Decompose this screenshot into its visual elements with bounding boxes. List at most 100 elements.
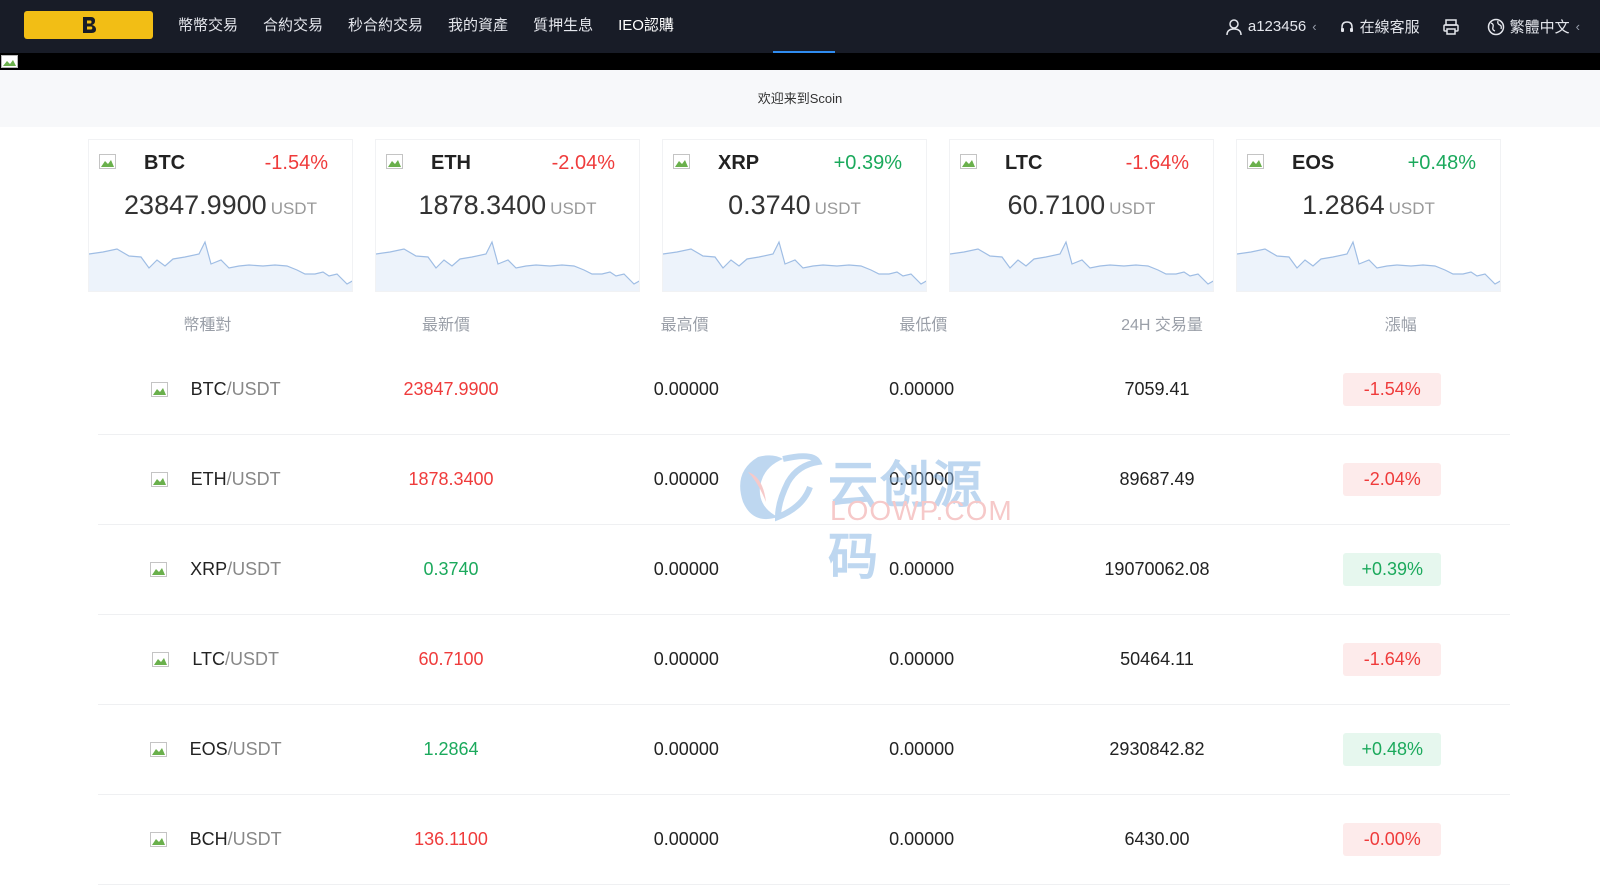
market-table: 幣種對 最新價 最高價 最低價 24H 交易量 漲幅 BTC/USDT 23847… <box>88 300 1520 885</box>
headset-icon <box>1340 20 1353 32</box>
ticker-price-line: 1878.3400 USDT <box>376 190 639 221</box>
ticker-card-eos[interactable]: EOS +0.48% 1.2864 USDT <box>1236 139 1501 292</box>
table-header: 幣種對 最新價 最高價 最低價 24H 交易量 漲幅 <box>88 300 1520 345</box>
sparkline-chart <box>376 240 639 291</box>
print-button[interactable] <box>1442 18 1465 36</box>
pair-quote: /USDT <box>227 829 282 849</box>
high-cell: 0.00000 <box>653 739 719 759</box>
nav-second-contract[interactable]: 秒合約交易 <box>348 0 423 53</box>
change-badge: -1.54% <box>1343 373 1442 406</box>
sparkline-chart <box>89 240 352 291</box>
language-selector[interactable]: 繁體中文 ‹ <box>1487 16 1580 37</box>
logo[interactable] <box>24 11 153 39</box>
pair-cell: LTC/USDT <box>98 649 333 670</box>
ticker-price: 0.3740 <box>728 190 811 220</box>
last-price-cell: 136.1100 <box>414 829 488 849</box>
ticker-symbol: EOS <box>1292 152 1335 174</box>
ticker-cards: BTC -1.54% 23847.9900 USDT ETH -2.04% 1878.340… <box>88 139 1520 292</box>
ticker-price-line: 1.2864 USDT <box>1237 190 1500 221</box>
coin-icon <box>673 154 690 169</box>
change-cell: -2.04% <box>1275 463 1510 496</box>
low-cell: 0.00000 <box>889 829 955 849</box>
user-icon <box>1226 18 1242 35</box>
support-label: 在線客服 <box>1359 19 1420 36</box>
volume-cell: 50464.11 <box>1120 649 1194 669</box>
pair-base: XRP <box>190 559 228 579</box>
volume-cell: 2930842.82 <box>1109 739 1205 759</box>
low-cell: 0.00000 <box>889 649 955 669</box>
ticker-symbol: BTC <box>144 152 186 174</box>
volume-cell: 19070062.08 <box>1104 559 1210 579</box>
nav-spot-trading[interactable]: 幣幣交易 <box>178 0 238 53</box>
col-pair: 幣種對 <box>183 316 232 334</box>
change-badge: +0.48% <box>1343 733 1442 766</box>
change-cell: -0.00% <box>1275 823 1510 856</box>
pair-quote: /USDT <box>227 739 282 759</box>
nav-ieo[interactable]: IEO認購 <box>618 0 674 53</box>
high-cell: 0.00000 <box>653 379 719 399</box>
ticker-unit: USDT <box>1388 199 1435 218</box>
change-badge: +0.39% <box>1343 553 1442 586</box>
ticker-card-ltc[interactable]: LTC -1.64% 60.7100 USDT <box>949 139 1214 292</box>
high-cell: 0.00000 <box>653 649 719 669</box>
header-tools: a123456 ‹ 在線客服 繁體中文 ‹ <box>1203 0 1580 53</box>
pair-cell: XRP/USDT <box>98 559 333 580</box>
ticker-price: 1.2864 <box>1302 190 1385 220</box>
language-label: 繁體中文 <box>1509 19 1570 36</box>
coin-icon <box>386 154 403 169</box>
volume-cell: 6430.00 <box>1124 829 1190 849</box>
pair-cell: ETH/USDT <box>98 469 333 490</box>
ticker-card-btc[interactable]: BTC -1.54% 23847.9900 USDT <box>88 139 353 292</box>
coin-icon <box>1247 154 1264 169</box>
pair-cell: EOS/USDT <box>98 739 333 760</box>
ticker-card-eth[interactable]: ETH -2.04% 1878.3400 USDT <box>375 139 640 292</box>
nav-contract-trading[interactable]: 合約交易 <box>263 0 323 53</box>
ticker-change: +0.48% <box>1407 152 1476 174</box>
ticker-symbol: LTC <box>1005 152 1043 174</box>
change-cell: +0.39% <box>1275 553 1510 586</box>
coin-icon <box>150 561 168 577</box>
top-navbar: 幣幣交易 合約交易 秒合約交易 我的資產 質押生息 IEO認購 a123456 … <box>0 0 1600 53</box>
ticker-price-line: 0.3740 USDT <box>663 190 926 221</box>
last-price-cell: 60.7100 <box>418 649 484 669</box>
table-row[interactable]: ETH/USDT 1878.3400 0.00000 0.00000 89687.49 -… <box>98 435 1510 525</box>
table-row[interactable]: BTC/USDT 23847.9900 0.00000 0.00000 7059.41 -… <box>98 345 1510 435</box>
ticker-price: 1878.3400 <box>418 190 547 220</box>
coin-icon <box>960 154 977 169</box>
pair-cell: BCH/USDT <box>98 829 333 850</box>
sparkline-area <box>1237 242 1500 291</box>
user-menu[interactable]: a123456 ‹ <box>1225 18 1317 36</box>
nav-my-assets[interactable]: 我的資產 <box>448 0 508 53</box>
pair-quote: /USDT <box>226 469 281 489</box>
broken-image-icon <box>1 55 18 68</box>
change-badge: -2.04% <box>1343 463 1442 496</box>
table-row[interactable]: BCH/USDT 136.1100 0.00000 0.00000 6430.00 -0.… <box>98 795 1510 885</box>
ticker-price-line: 60.7100 USDT <box>950 190 1213 221</box>
sparkline-chart <box>663 240 926 291</box>
table-body: BTC/USDT 23847.9900 0.00000 0.00000 7059.41 -… <box>88 345 1520 885</box>
table-row[interactable]: LTC/USDT 60.7100 0.00000 0.00000 50464.11 -1.… <box>98 615 1510 705</box>
ticker-price-line: 23847.9900 USDT <box>89 190 352 221</box>
chevron-left-icon: ‹ <box>1575 19 1580 34</box>
sparkline-area <box>950 242 1213 291</box>
high-cell: 0.00000 <box>653 469 719 489</box>
change-cell: -1.54% <box>1275 373 1510 406</box>
last-price-cell: 1878.3400 <box>408 469 494 489</box>
ticker-unit: USDT <box>550 199 597 218</box>
welcome-text: 欢迎来到Scoin <box>757 91 843 106</box>
pair-base: BTC <box>190 379 227 399</box>
pair-quote: /USDT <box>226 379 281 399</box>
col-last-price: 最新價 <box>422 316 471 334</box>
table-row[interactable]: XRP/USDT 0.3740 0.00000 0.00000 19070062.08 +… <box>98 525 1510 615</box>
nav-staking[interactable]: 質押生息 <box>533 0 593 53</box>
low-cell: 0.00000 <box>889 469 955 489</box>
ticker-card-xrp[interactable]: XRP +0.39% 0.3740 USDT <box>662 139 927 292</box>
ticker-change: +0.39% <box>833 152 902 174</box>
table-row[interactable]: EOS/USDT 1.2864 0.00000 0.00000 2930842.82 +0… <box>98 705 1510 795</box>
change-cell: -1.64% <box>1275 643 1510 676</box>
online-support-link[interactable]: 在線客服 <box>1339 16 1420 37</box>
ticker-change: -2.04% <box>551 152 615 174</box>
volume-cell: 89687.49 <box>1119 469 1195 489</box>
pair-base: LTC <box>192 649 225 669</box>
low-cell: 0.00000 <box>889 379 955 399</box>
